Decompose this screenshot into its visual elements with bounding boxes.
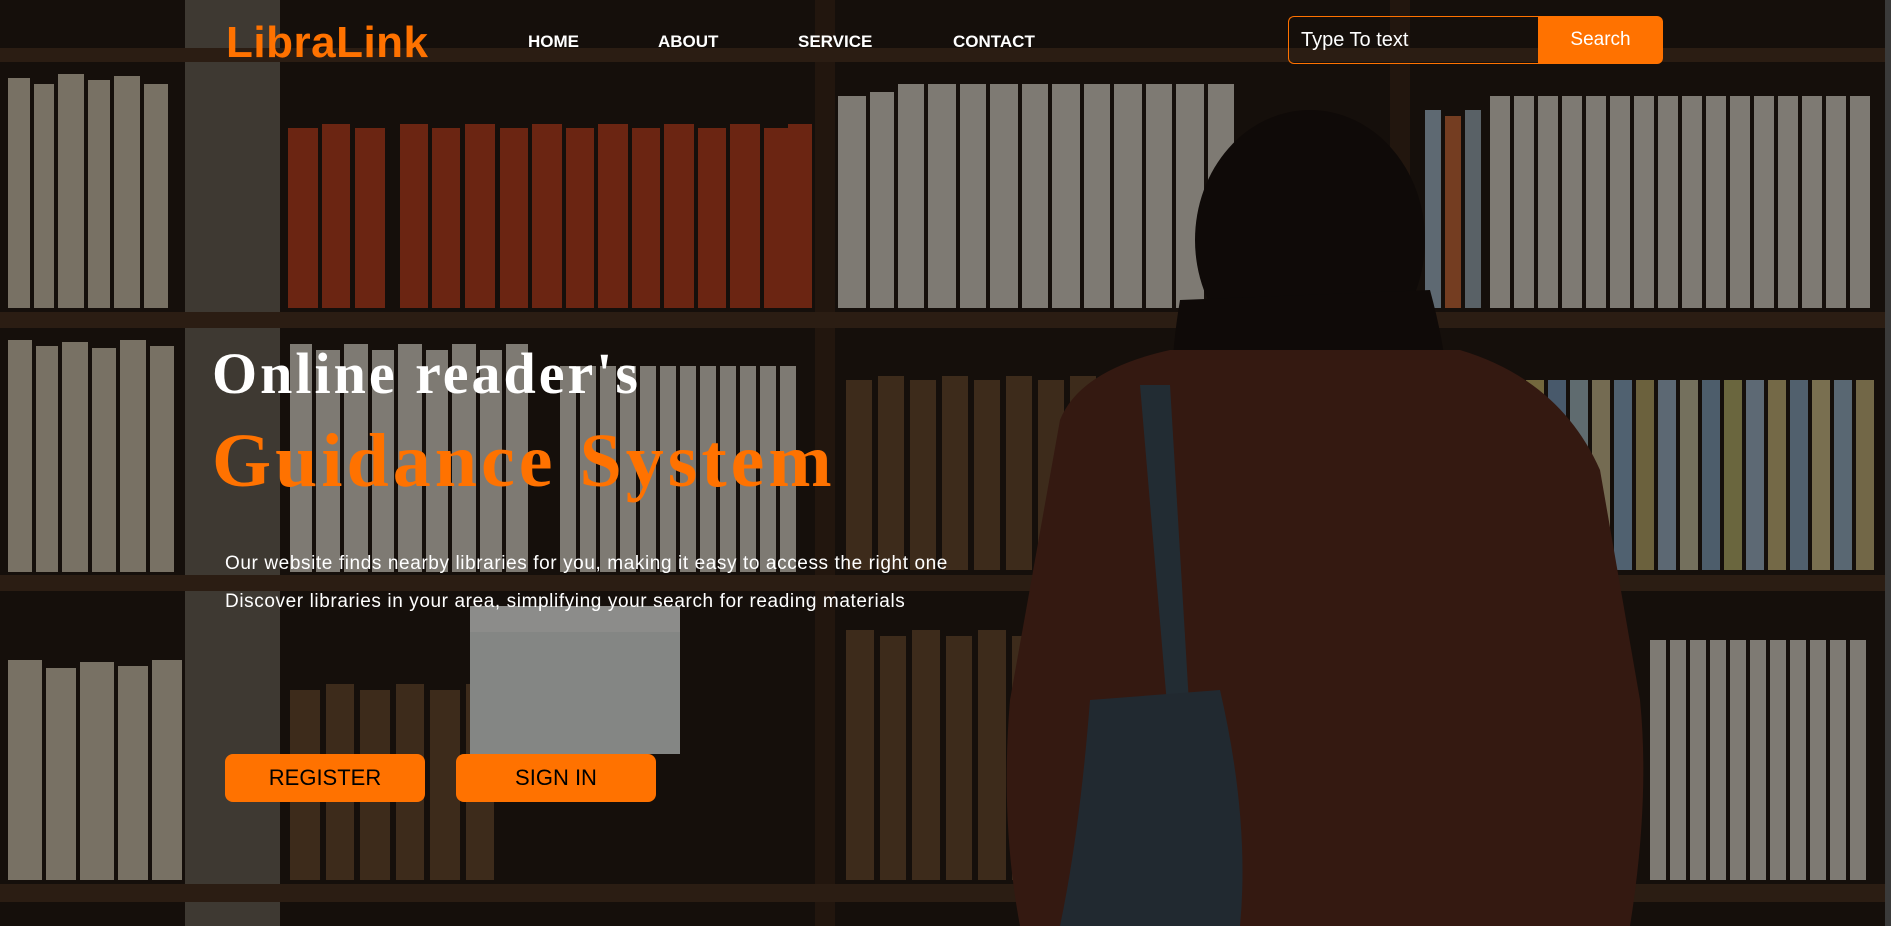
nav-item-contact[interactable]: CONTACT [953, 32, 1063, 52]
hero-heading-line1: Online reader's [212, 341, 641, 406]
hero-description-line2: Discover libraries in your area, simplif… [225, 591, 906, 612]
search-bar: Search [1288, 16, 1663, 64]
hero-heading-line2: Guidance System [212, 419, 836, 503]
register-button[interactable]: REGISTER [225, 754, 425, 802]
nav-item-about[interactable]: ABOUT [658, 32, 798, 52]
hero-description-line1: Our website finds nearby libraries for y… [225, 553, 948, 574]
main-nav: HOME ABOUT SERVICE CONTACT [528, 32, 1063, 52]
right-edge [1885, 0, 1891, 926]
site-logo[interactable]: LibraLink [226, 18, 429, 68]
search-button[interactable]: Search [1538, 16, 1663, 64]
nav-item-home[interactable]: HOME [528, 32, 658, 52]
search-input[interactable] [1288, 16, 1538, 64]
sign-in-button[interactable]: SIGN IN [456, 754, 656, 802]
nav-item-service[interactable]: SERVICE [798, 32, 953, 52]
hero-section: LibraLink HOME ABOUT SERVICE CONTACT Sea… [0, 0, 1891, 926]
